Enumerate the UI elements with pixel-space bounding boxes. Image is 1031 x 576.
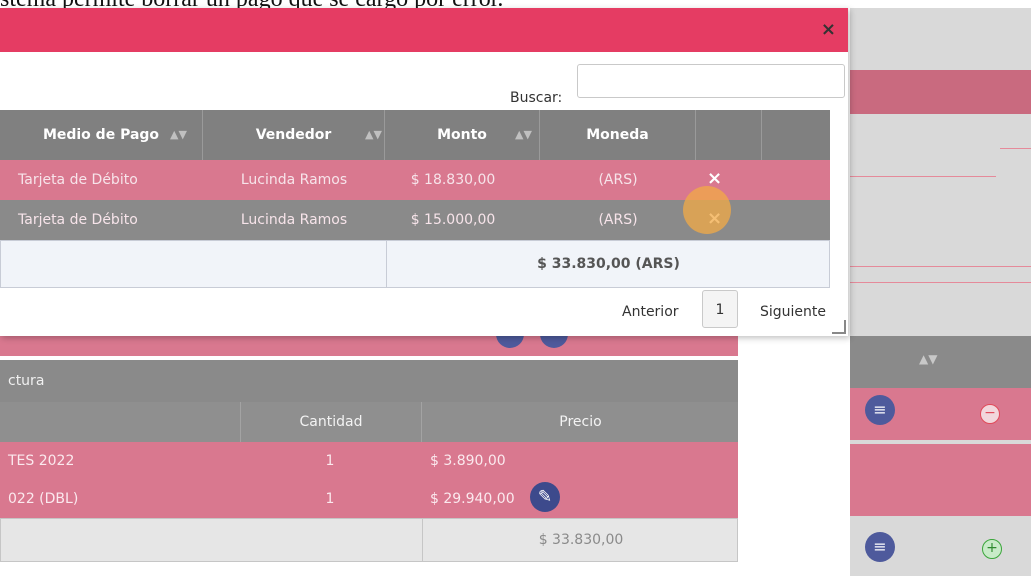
payment-method: Tarjeta de Débito — [18, 172, 138, 188]
item-quantity: 1 — [325, 453, 335, 469]
payments-total-row: $ 33.830,00 (ARS) — [0, 240, 830, 288]
table-row[interactable]: TES 2022 1 $ 3.890,00 — [0, 442, 738, 481]
divider — [850, 266, 1031, 267]
column-precio: Precio — [421, 402, 739, 442]
pager-previous[interactable]: Anterior — [622, 304, 679, 320]
pager-page-1[interactable]: 1 — [702, 290, 738, 328]
header-label: Medio de Pago — [42, 127, 160, 143]
background-right-band — [850, 70, 1031, 114]
search-input[interactable] — [577, 64, 845, 98]
divider — [850, 282, 1031, 283]
column-moneda: Moneda — [540, 110, 696, 160]
item-price: $ 3.890,00 — [430, 453, 506, 469]
background-left-band — [0, 336, 738, 356]
column-vendedor[interactable]: Vendedor ▲▼ — [203, 110, 385, 160]
payment-amount: $ 18.830,00 — [410, 172, 496, 188]
sort-icon[interactable]: ▲▼ — [365, 110, 382, 160]
background-right-header — [850, 336, 1031, 388]
payment-method: Tarjeta de Débito — [18, 212, 138, 228]
background-right-row — [850, 444, 1031, 516]
factura-total-row: $ 33.830,00 — [0, 518, 738, 562]
column-monto[interactable]: Monto ▲▼ — [385, 110, 540, 160]
pager-next[interactable]: Siguiente — [760, 304, 826, 320]
column-medio-de-pago[interactable]: Medio de Pago ▲▼ — [0, 110, 203, 160]
list-icon[interactable]: ≡ — [865, 532, 895, 562]
payment-amount: $ 15.000,00 — [410, 212, 496, 228]
close-icon[interactable]: × — [821, 20, 836, 40]
sort-icon[interactable]: ▲▼ — [170, 110, 187, 160]
item-description: TES 2022 — [8, 453, 75, 469]
header-label: Vendedor — [255, 127, 332, 143]
column-actions — [696, 110, 762, 160]
divider — [850, 176, 996, 177]
table-row[interactable]: 022 (DBL) 1 $ 29.940,00 — [0, 480, 738, 518]
factura-header: ctura — [0, 360, 738, 402]
sort-icon[interactable]: ▲▼ — [515, 110, 532, 160]
plus-icon[interactable]: + — [982, 539, 1002, 559]
payment-seller: Lucinda Ramos — [240, 212, 348, 228]
payments-total: $ 33.830,00 (ARS) — [386, 241, 830, 287]
item-quantity: 1 — [325, 491, 335, 507]
header-label: Moneda — [586, 127, 649, 143]
payment-currency: (ARS) — [598, 212, 638, 228]
minus-icon[interactable]: − — [980, 404, 1000, 424]
edit-icon[interactable]: ✎ — [530, 482, 560, 512]
header-label: Monto — [437, 127, 487, 143]
item-description: 022 (DBL) — [8, 491, 79, 507]
list-icon[interactable]: ≡ — [865, 395, 895, 425]
divider — [1000, 148, 1031, 149]
column-cantidad: Cantidad — [240, 402, 421, 442]
sort-icon[interactable]: ▲▼ — [919, 352, 937, 366]
item-price: $ 29.940,00 — [430, 491, 515, 507]
search-label: Buscar: — [510, 90, 563, 106]
payment-currency: (ARS) — [598, 172, 638, 188]
cursor-highlight — [683, 186, 731, 234]
payments-table-header: Medio de Pago ▲▼ Vendedor ▲▼ Monto ▲▼ Mo… — [0, 110, 830, 160]
payments-modal: × Buscar: Medio de Pago ▲▼ Vendedor ▲▼ M… — [0, 8, 848, 336]
resize-handle[interactable] — [832, 320, 846, 334]
payment-seller: Lucinda Ramos — [240, 172, 348, 188]
factura-total: $ 33.830,00 — [422, 519, 739, 561]
factura-column-header: Cantidad Precio — [0, 402, 738, 442]
modal-header: × — [0, 8, 848, 52]
